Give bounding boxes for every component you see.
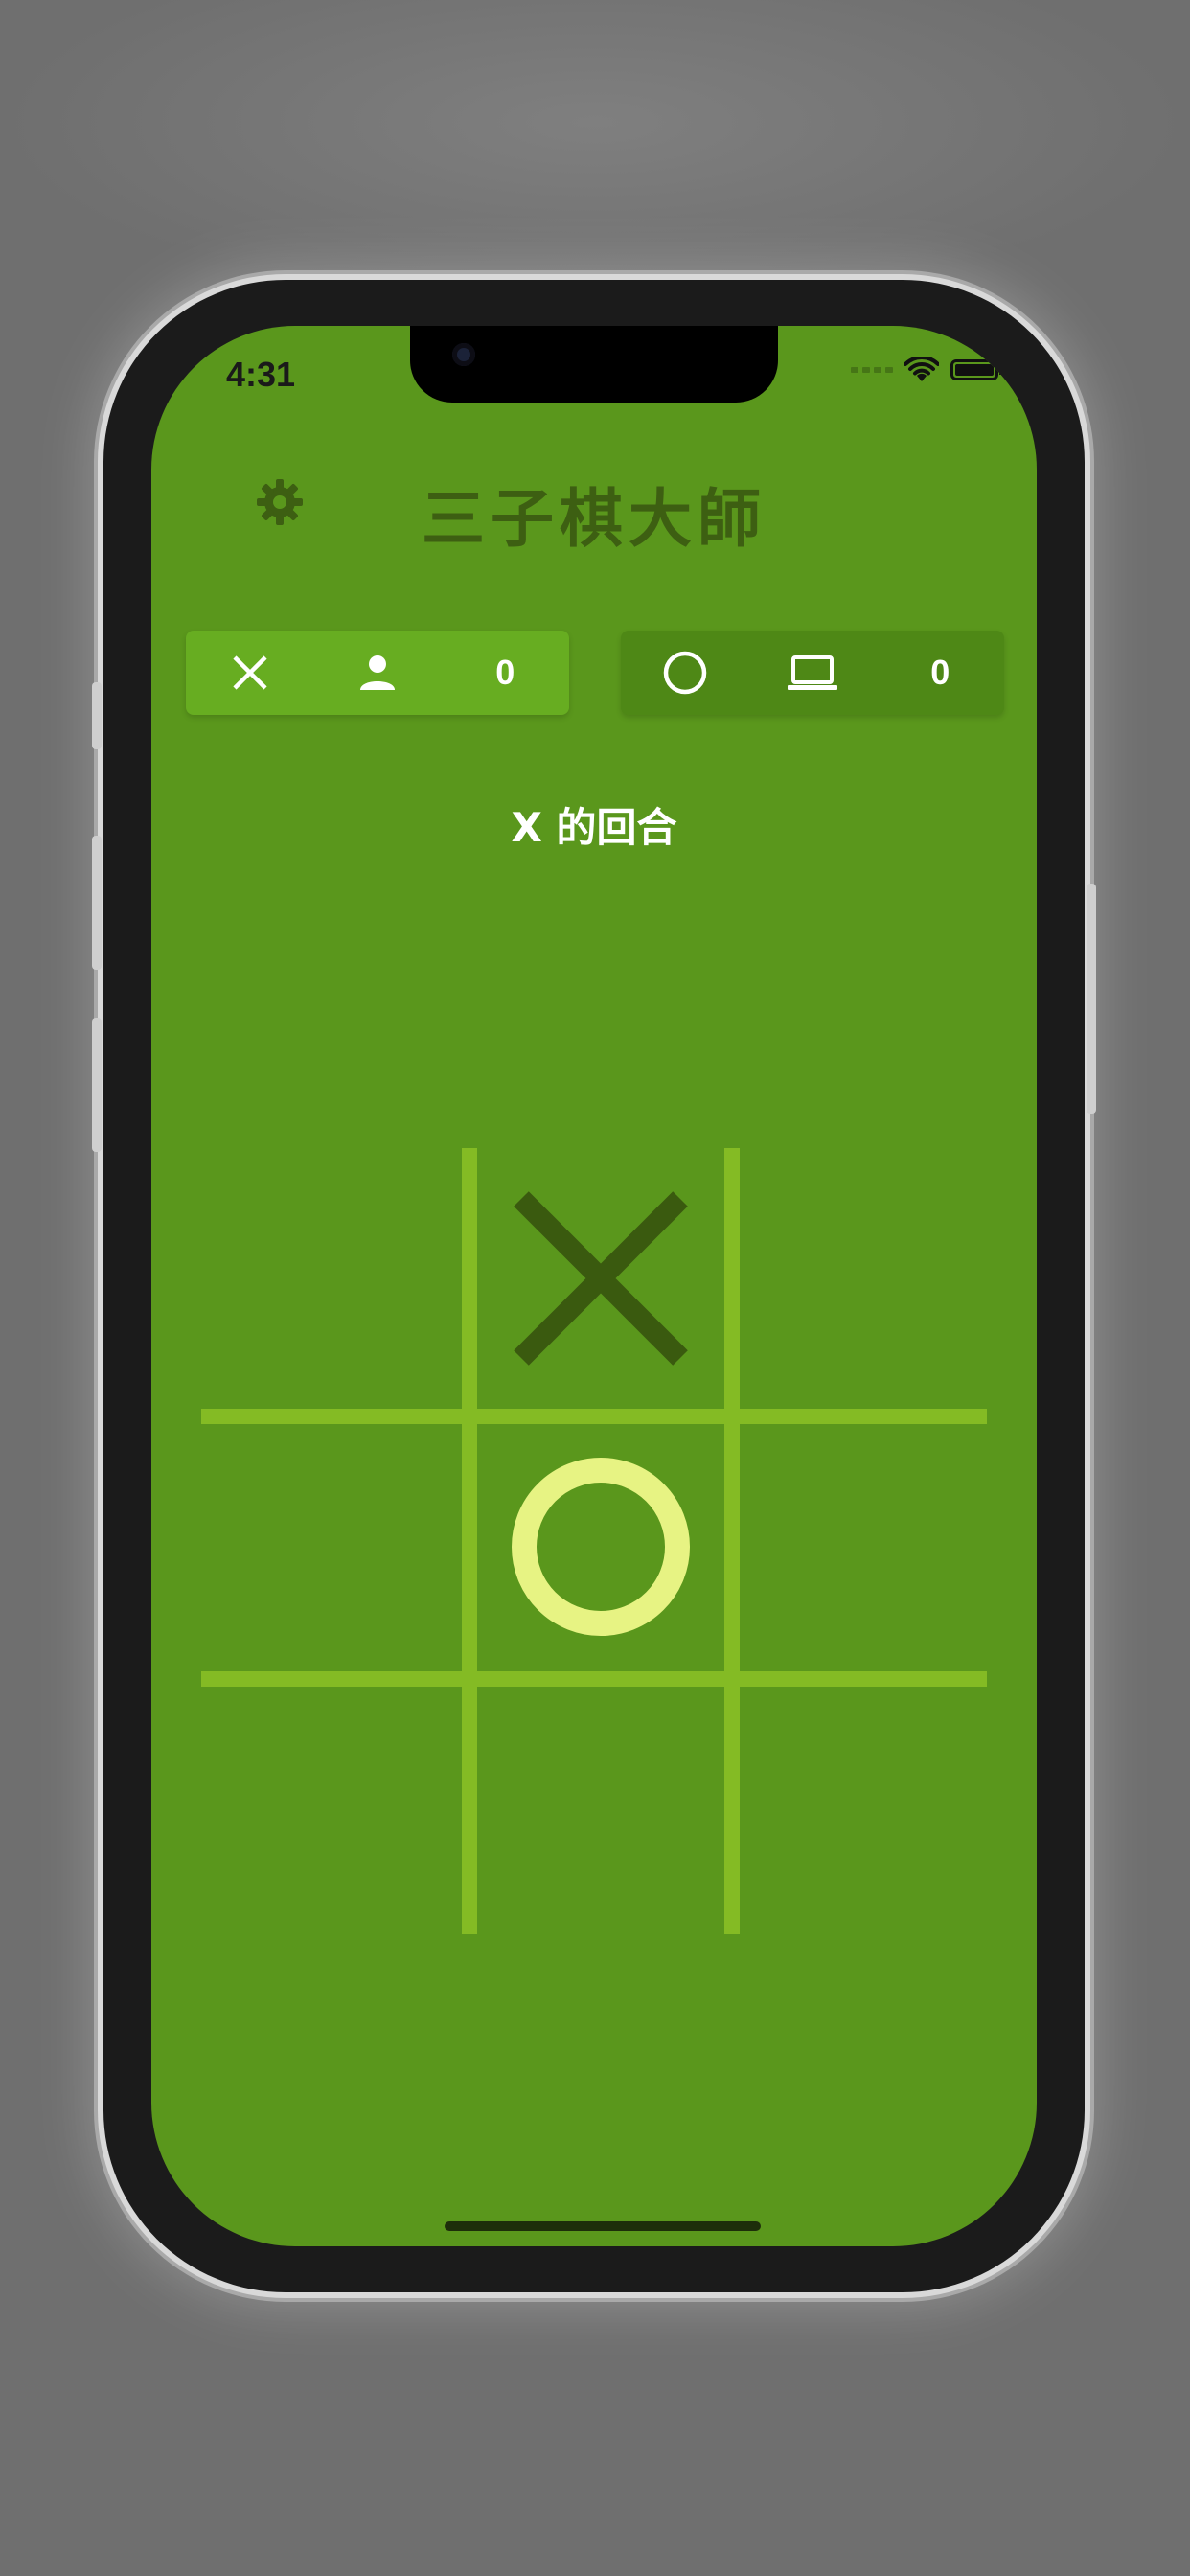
board-cell-7[interactable] (201, 1685, 462, 1945)
notch (410, 326, 778, 402)
player-x-score: 0 (495, 653, 515, 692)
board-cell-5[interactable] (470, 1416, 731, 1677)
board-cell-2[interactable] (470, 1148, 731, 1409)
blurred-background (0, 0, 1190, 307)
mute-switch (92, 682, 102, 749)
home-indicator[interactable] (445, 2221, 761, 2231)
o-mark-icon (512, 1458, 690, 1636)
app-title: 三子棋大師 (422, 481, 767, 556)
camera-icon (452, 343, 475, 366)
person-icon (339, 634, 416, 711)
game-board (201, 1148, 987, 1934)
phone-frame: 4:31 三子棋大師 0 0 X 的回合 (92, 280, 1096, 2292)
app-header: 三子棋大師 (151, 460, 1037, 556)
wifi-icon (904, 356, 939, 381)
app-screen: 4:31 三子棋大師 0 0 X 的回合 (151, 326, 1037, 2246)
board-cell-1[interactable] (201, 1148, 462, 1409)
turn-indicator: X 的回合 (511, 804, 677, 851)
player-x-card: 0 (186, 631, 569, 715)
x-mark-icon (514, 1191, 688, 1366)
laptop-icon (774, 634, 851, 711)
player-o-card: 0 (621, 631, 1004, 715)
x-icon (212, 634, 288, 711)
circle-icon (647, 634, 723, 711)
volume-up-button (92, 836, 102, 970)
volume-down-button (92, 1018, 102, 1152)
board-cell-9[interactable] (740, 1685, 1000, 1945)
power-button (1087, 884, 1096, 1114)
board-cell-8[interactable] (470, 1685, 731, 1945)
status-icons (851, 356, 1002, 383)
status-time: 4:31 (226, 355, 296, 394)
board-cell-6[interactable] (740, 1416, 1000, 1677)
signal-icon (851, 367, 893, 373)
board-cell-3[interactable] (740, 1148, 1000, 1409)
player-o-score: 0 (930, 653, 950, 692)
board-cell-4[interactable] (201, 1416, 462, 1677)
battery-icon (950, 359, 1002, 380)
